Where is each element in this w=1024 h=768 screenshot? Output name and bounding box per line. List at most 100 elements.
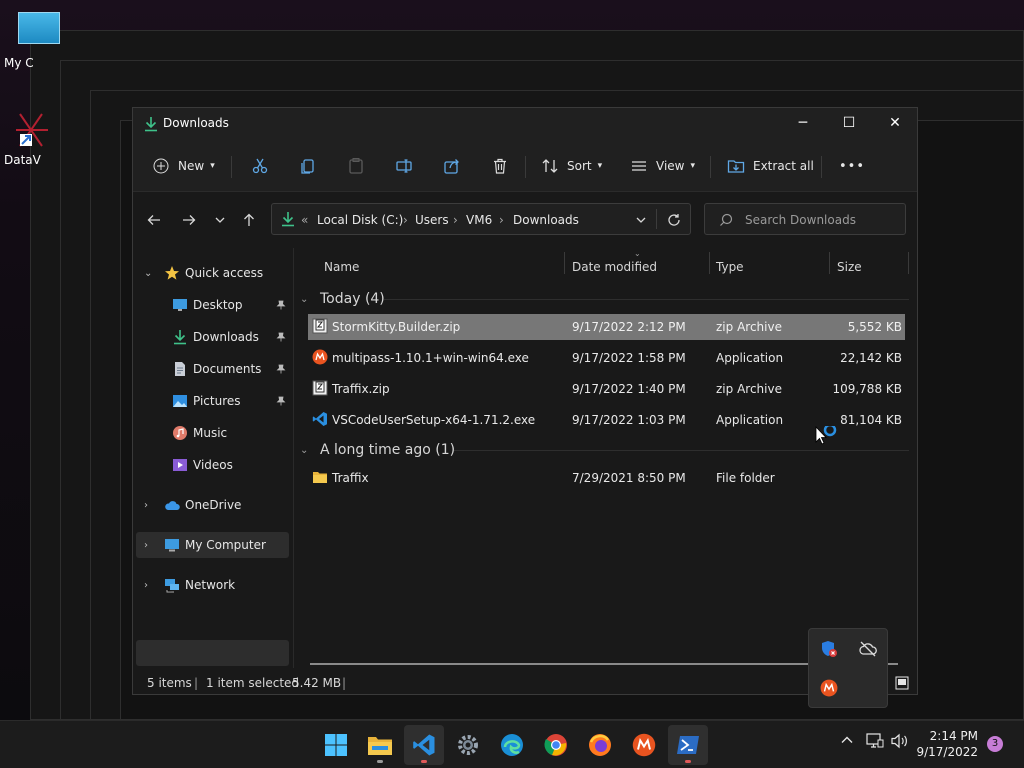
paste-button[interactable] xyxy=(347,152,365,180)
table-row[interactable]: Traffix.zip 9/17/2022 1:40 PM zip Archiv… xyxy=(308,376,905,402)
sidebar-item-pictures[interactable]: Pictures xyxy=(136,388,289,414)
refresh-icon[interactable] xyxy=(667,213,681,227)
tray-icon-multipass[interactable] xyxy=(818,677,840,699)
taskbar-powershell[interactable] xyxy=(668,725,708,765)
more-icon: ••• xyxy=(839,158,866,174)
desktop-icon-my-computer[interactable]: My C xyxy=(4,12,64,70)
sidebar-item-my-computer[interactable]: › My Computer xyxy=(136,532,289,558)
sidebar-item-label: Music xyxy=(193,426,228,440)
chevron-down-icon[interactable] xyxy=(635,214,647,226)
breadcrumb-overflow[interactable]: « xyxy=(301,213,308,227)
column-header-date-modified[interactable]: Date modified xyxy=(572,260,657,274)
forward-button[interactable] xyxy=(176,208,202,232)
windows-logo-icon xyxy=(325,734,347,756)
column-separator[interactable] xyxy=(709,252,710,274)
up-button[interactable] xyxy=(236,208,262,232)
download-arrow-icon xyxy=(145,117,157,132)
desktop-icon-datav[interactable]: DataV xyxy=(4,110,64,167)
sidebar-item-downloads[interactable]: Downloads xyxy=(136,324,289,350)
search-box[interactable] xyxy=(704,203,906,235)
rename-button[interactable] xyxy=(395,152,413,180)
new-button[interactable]: New ▾ xyxy=(153,152,215,180)
taskbar-file-explorer[interactable] xyxy=(360,725,400,765)
pin-icon[interactable] xyxy=(276,300,286,310)
close-button[interactable]: ✕ xyxy=(872,108,918,138)
recent-locations-button[interactable] xyxy=(207,208,233,232)
sidebar-item-my-computer[interactable] xyxy=(136,640,289,666)
cut-button[interactable] xyxy=(251,152,269,180)
multipass-icon xyxy=(312,349,328,365)
chevron-right-icon[interactable]: › xyxy=(144,500,154,511)
taskbar-chrome[interactable] xyxy=(536,725,576,765)
column-header-name[interactable]: Name xyxy=(324,260,359,274)
share-button[interactable] xyxy=(443,152,461,180)
busy-cursor-icon xyxy=(815,426,837,445)
toolbar-separator xyxy=(710,156,711,178)
breadcrumb-local-disk[interactable]: Local Disk (C:) xyxy=(317,213,403,227)
pin-icon[interactable] xyxy=(276,396,286,406)
pin-icon[interactable] xyxy=(276,364,286,374)
desktop-icon-label: My C xyxy=(4,56,34,70)
search-input[interactable] xyxy=(745,211,895,229)
minimize-button[interactable]: ─ xyxy=(780,108,826,138)
table-row[interactable]: multipass-1.10.1+win-win64.exe 9/17/2022… xyxy=(308,345,905,371)
chevron-right-icon[interactable]: › xyxy=(144,540,154,551)
column-separator[interactable] xyxy=(564,252,565,274)
taskbar-multipass[interactable] xyxy=(624,725,664,765)
more-options-button[interactable]: ••• xyxy=(839,152,865,180)
taskbar-edge[interactable] xyxy=(492,725,532,765)
running-indicator xyxy=(377,760,383,763)
maximize-button[interactable]: ☐ xyxy=(826,108,872,138)
volume-button[interactable] xyxy=(891,733,909,753)
chevron-down-icon[interactable]: ⌄ xyxy=(144,268,154,279)
column-header-type[interactable]: Type xyxy=(716,260,744,274)
view-button[interactable]: View ▾ xyxy=(630,152,695,180)
tray-overflow-flyout xyxy=(808,628,888,708)
group-header-long-time-ago[interactable]: ⌄ A long time ago (1) xyxy=(300,439,455,461)
column-separator[interactable] xyxy=(829,252,830,274)
clipboard-icon xyxy=(349,158,363,174)
toolbar-separator xyxy=(525,156,526,178)
chevron-right-icon[interactable]: › xyxy=(144,580,154,591)
sort-button[interactable]: Sort ▾ xyxy=(541,152,602,180)
vscode-icon xyxy=(413,734,435,756)
taskbar-vscode[interactable] xyxy=(404,725,444,765)
taskbar-firefox[interactable] xyxy=(580,725,620,765)
breadcrumb-users[interactable]: Users xyxy=(415,213,449,227)
file-name: multipass-1.10.1+win-win64.exe xyxy=(332,351,529,365)
column-separator[interactable] xyxy=(908,252,909,274)
table-row[interactable]: StormKitty.Builder.zip 9/17/2022 2:12 PM… xyxy=(308,314,905,340)
breadcrumb-downloads[interactable]: Downloads xyxy=(513,213,579,227)
sidebar-item-network[interactable]: › Network xyxy=(136,572,289,598)
show-hidden-icons-button[interactable] xyxy=(840,733,854,751)
sidebar-item-music[interactable]: Music xyxy=(136,420,289,446)
network-status-button[interactable] xyxy=(866,733,884,753)
sidebar-item-documents[interactable]: Documents xyxy=(136,356,289,382)
group-header-today[interactable]: ⌄ Today (4) xyxy=(300,288,385,310)
pin-icon[interactable] xyxy=(276,332,286,342)
title-bar[interactable]: Downloads ─ ☐ ✕ xyxy=(133,108,917,140)
start-button[interactable] xyxy=(316,725,356,765)
details-view-icon[interactable] xyxy=(895,676,909,690)
sidebar-item-videos[interactable]: Videos xyxy=(136,452,289,478)
extract-all-button[interactable]: Extract all xyxy=(727,152,814,180)
sidebar-item-quick-access[interactable]: ⌄ Quick access xyxy=(136,260,289,286)
status-separator: | xyxy=(194,676,199,690)
sidebar-item-onedrive[interactable]: › OneDrive xyxy=(136,492,289,518)
breadcrumb-vm6[interactable]: VM6 xyxy=(466,213,492,227)
sidebar-item-desktop[interactable]: Desktop xyxy=(136,292,289,318)
address-bar[interactable]: « Local Disk (C:) › Users › VM6 › Downlo… xyxy=(271,203,691,235)
table-row[interactable]: Traffix 7/29/2021 8:50 PM File folder xyxy=(308,465,905,491)
tray-icon-defender[interactable] xyxy=(818,638,840,660)
back-button[interactable] xyxy=(141,208,167,232)
delete-button[interactable] xyxy=(491,152,509,180)
notification-badge[interactable]: 3 xyxy=(987,736,1003,752)
copy-button[interactable] xyxy=(299,152,317,180)
clock[interactable]: 2:14 PM 9/17/2022 xyxy=(912,728,978,760)
tray-icon-cloud-offline[interactable] xyxy=(857,638,879,660)
column-header-size[interactable]: Size xyxy=(837,260,862,274)
sidebar-item-label: Quick access xyxy=(185,266,264,280)
taskbar-settings[interactable] xyxy=(448,725,488,765)
computer-icon xyxy=(165,539,179,552)
view-label: View xyxy=(656,159,685,173)
